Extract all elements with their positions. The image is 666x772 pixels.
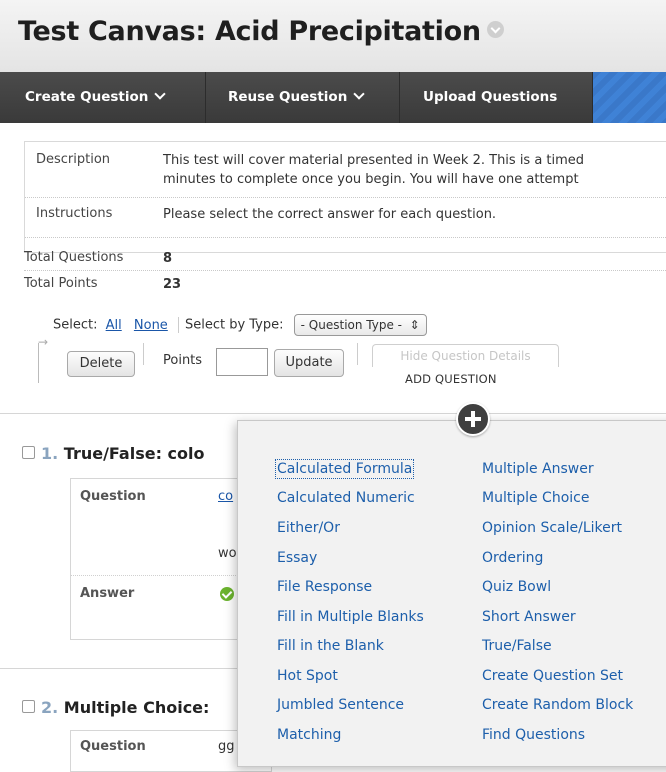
question-number: 2. (41, 698, 59, 717)
menu-item-create-random-block[interactable]: Create Random Block (482, 697, 633, 713)
divider (143, 343, 144, 365)
chevron-down-icon (154, 88, 167, 100)
question-title-text: True/False: colo (63, 444, 205, 463)
menu-item-short-answer[interactable]: Short Answer (482, 609, 576, 625)
description-line-1: This test will cover material presented … (163, 153, 585, 168)
select-arrows-icon: ⇕ (409, 318, 420, 332)
total-questions-label: Total Questions (24, 250, 124, 265)
menu-item-matching[interactable]: Matching (277, 727, 341, 743)
total-points-label: Total Points (24, 276, 98, 291)
add-question-menu: Calculated Formula Calculated Numeric Ei… (237, 420, 666, 767)
create-question-button[interactable]: Create Question (0, 72, 206, 123)
action-bar: Create Question Reuse Question Upload Qu… (0, 72, 666, 123)
question-label: Question (80, 489, 146, 504)
row-divider (25, 197, 666, 198)
reuse-question-label: Reuse Question (228, 89, 348, 105)
menu-item-fill-in-multiple-blanks[interactable]: Fill in Multiple Blanks (277, 609, 424, 625)
instructions-label: Instructions (36, 206, 113, 221)
select-by-type-label: Select by Type: (184, 317, 284, 333)
question-text-link[interactable]: co (218, 489, 233, 504)
menu-item-multiple-choice[interactable]: Multiple Choice (482, 490, 589, 506)
page-title-text: Test Canvas: Acid Precipitation (18, 16, 481, 47)
description-label: Description (36, 152, 111, 167)
menu-item-ordering[interactable]: Ordering (482, 550, 543, 566)
question-label: Question (80, 739, 146, 754)
bracket-line (38, 343, 49, 383)
add-question-label: ADD QUESTION (405, 372, 497, 386)
update-button[interactable]: Update (274, 349, 344, 377)
menu-item-quiz-bowl[interactable]: Quiz Bowl (482, 579, 551, 595)
menu-item-calculated-formula[interactable]: Calculated Formula (274, 459, 415, 479)
menu-item-find-questions[interactable]: Find Questions (482, 727, 585, 743)
total-points-value: 23 (163, 277, 182, 292)
menu-item-jumbled-sentence[interactable]: Jumbled Sentence (277, 697, 404, 713)
question-text-fragment: gg (218, 739, 235, 754)
select-label: Select: (53, 317, 98, 333)
action-bar-accent (593, 72, 666, 123)
menu-item-file-response[interactable]: File Response (277, 579, 372, 595)
row-divider (24, 270, 666, 271)
page-title[interactable]: Test Canvas: Acid Precipitation (18, 16, 504, 47)
divider (357, 343, 358, 365)
delete-button[interactable]: Delete (67, 351, 135, 377)
add-question-plus-icon[interactable] (456, 402, 490, 436)
hide-question-details-button[interactable]: Hide Question Details (372, 344, 559, 367)
total-questions-value: 8 (163, 251, 173, 266)
upload-questions-label: Upload Questions (423, 89, 558, 105)
divider (177, 317, 179, 333)
menu-item-opinion-scale-likert[interactable]: Opinion Scale/Likert (482, 520, 622, 536)
question-divider (0, 413, 666, 414)
menu-item-create-question-set[interactable]: Create Question Set (482, 668, 623, 684)
question-number: 1. (41, 444, 59, 463)
menu-item-multiple-answer[interactable]: Multiple Answer (482, 461, 594, 477)
select-none-link[interactable]: None (134, 318, 168, 333)
upload-questions-button[interactable]: Upload Questions (400, 72, 593, 123)
correct-check-icon (220, 587, 234, 601)
menu-item-fill-in-the-blank[interactable]: Fill in the Blank (277, 638, 384, 654)
menu-item-hot-spot[interactable]: Hot Spot (277, 668, 338, 684)
chevron-down-icon[interactable] (486, 21, 504, 38)
description-line-2: minutes to complete once you begin. You … (163, 172, 579, 187)
menu-item-true-false[interactable]: True/False (482, 638, 552, 654)
menu-item-either-or[interactable]: Either/Or (277, 520, 340, 536)
question-1-title: 1. True/False: colo (22, 444, 205, 463)
question-type-value: - Question Type - (300, 318, 402, 332)
points-input[interactable] (216, 348, 268, 376)
menu-item-essay[interactable]: Essay (277, 550, 317, 566)
question-2-title: 2. Multiple Choice: (22, 698, 209, 717)
reuse-question-button[interactable]: Reuse Question (206, 72, 400, 123)
answer-label: Answer (80, 586, 135, 601)
menu-item-calculated-numeric[interactable]: Calculated Numeric (277, 490, 415, 506)
question-checkbox[interactable] (22, 700, 35, 713)
question-type-select[interactable]: - Question Type - ⇕ (293, 314, 427, 336)
question-text-fragment: wo (218, 546, 237, 561)
row-divider (25, 237, 666, 238)
create-question-label: Create Question (25, 89, 149, 105)
select-all-link[interactable]: All (106, 318, 122, 333)
page-header: Test Canvas: Acid Precipitation (0, 0, 666, 73)
instructions-value: Please select the correct answer for eac… (163, 207, 497, 222)
select-controls: Select: All None Select by Type: - Quest… (53, 314, 427, 336)
points-label: Points (163, 353, 203, 368)
question-checkbox[interactable] (22, 446, 35, 459)
question-title-text: Multiple Choice: (63, 698, 210, 717)
chevron-down-icon (353, 88, 365, 100)
